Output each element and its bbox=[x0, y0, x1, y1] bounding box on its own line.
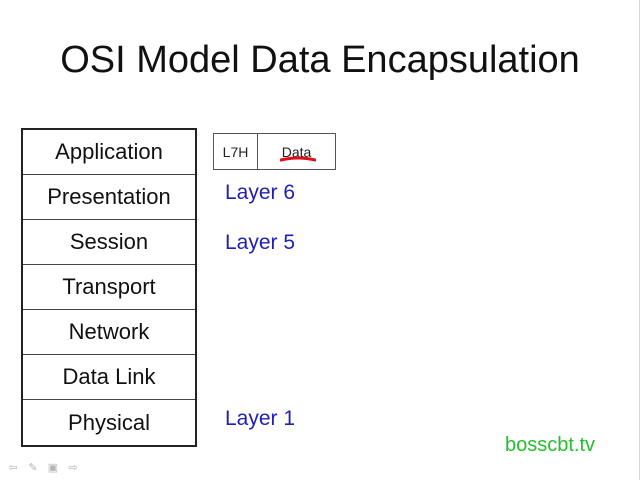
layer-1-label: Layer 1 bbox=[225, 407, 296, 430]
layer-5-label: Layer 5 bbox=[225, 231, 296, 254]
red-underline-annotation bbox=[280, 156, 316, 162]
previous-icon[interactable]: ⇦ bbox=[6, 460, 20, 474]
layer-data-link: Data Link bbox=[23, 355, 195, 400]
pdu-box: L7H Data bbox=[213, 133, 336, 170]
layer-physical: Physical bbox=[68, 409, 150, 435]
osi-layer-stack: Application Presentation Session Transpo… bbox=[21, 128, 197, 447]
slide-menu-icon[interactable]: ▣ bbox=[46, 460, 60, 474]
pdu-data-cell: Data bbox=[258, 134, 335, 169]
layer-network: Network bbox=[23, 310, 195, 355]
pen-icon[interactable]: ✎ bbox=[26, 460, 40, 474]
layer-presentation: Presentation bbox=[23, 175, 195, 220]
layer-application: Application bbox=[23, 130, 195, 175]
next-icon[interactable]: ⇨ bbox=[66, 460, 80, 474]
slide-controls: ⇦ ✎ ▣ ⇨ bbox=[6, 460, 80, 474]
slide-title: OSI Model Data Encapsulation bbox=[60, 39, 580, 81]
layer-transport: Transport bbox=[23, 265, 195, 310]
layer-6-label: Layer 6 bbox=[225, 181, 296, 204]
pdu-header: L7H bbox=[214, 134, 258, 169]
layer-session: Session bbox=[23, 220, 195, 265]
watermark: bosscbt.tv bbox=[505, 434, 596, 456]
